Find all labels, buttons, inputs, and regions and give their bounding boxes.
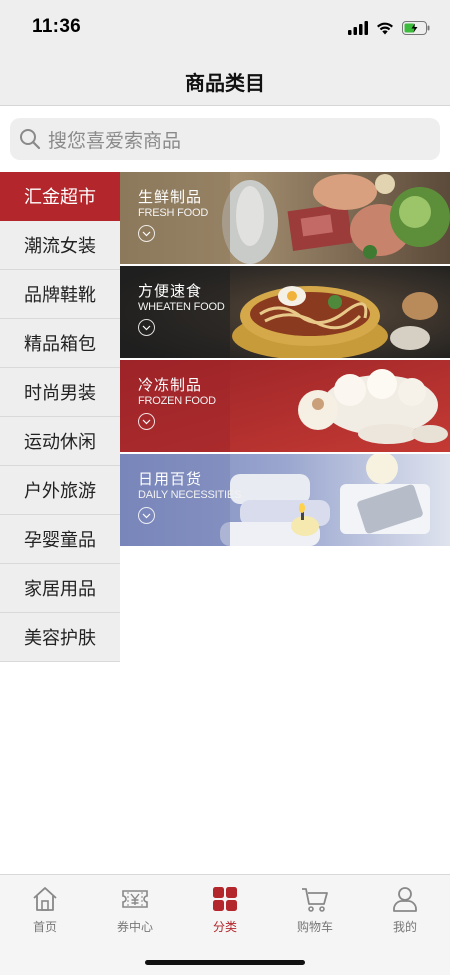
status-time: 11:36 <box>32 16 82 37</box>
banner-title: 日用百货 <box>138 471 203 488</box>
category-icon <box>213 887 237 911</box>
sidebar-item-label: 家居用品 <box>24 579 96 599</box>
home-icon <box>33 887 57 911</box>
sidebar-item-label: 美容护肤 <box>24 628 96 648</box>
banner-frozen-food[interactable]: 冷冻制品 FROZEN FOOD <box>120 360 450 452</box>
coupon-icon <box>122 890 148 908</box>
search-area: 搜您喜爱索商品 <box>0 106 450 172</box>
page-title: 商品类目 <box>185 73 265 95</box>
banner-title: 冷冻制品 <box>138 377 203 394</box>
status-icons <box>348 18 430 38</box>
tab-coupon-center[interactable]: 券中心 <box>90 875 180 945</box>
sidebar-item-label: 品牌鞋靴 <box>24 285 96 305</box>
chevron-down-icon <box>138 319 155 336</box>
tab-label: 分类 <box>212 920 237 934</box>
banner-subtitle: WHEATEN FOOD <box>138 301 225 313</box>
banner-daily-necessities[interactable]: 日用百货 DAILY NECESSITIES <box>120 454 450 546</box>
category-banners: 生鲜制品 FRESH FOOD 方便速食 WHEATEN FOOD 冷冻制品 F… <box>120 172 450 548</box>
category-sidebar: 汇金超市 潮流女装 品牌鞋靴 精品箱包 时尚男装 运动休闲 户外旅游 孕婴童品 … <box>0 172 120 662</box>
tab-cart[interactable]: 购物车 <box>270 875 360 945</box>
sidebar-item-sports[interactable]: 运动休闲 <box>0 417 120 466</box>
search-input[interactable]: 搜您喜爱索商品 <box>10 118 440 160</box>
sidebar-item-outdoor[interactable]: 户外旅游 <box>0 466 120 515</box>
sidebar-item-brand-shoes[interactable]: 品牌鞋靴 <box>0 270 120 319</box>
chevron-down-icon <box>138 225 155 242</box>
banner-subtitle: FROZEN FOOD <box>138 395 216 407</box>
sidebar-item-women-fashion[interactable]: 潮流女装 <box>0 221 120 270</box>
tab-home[interactable]: 首页 <box>0 875 90 945</box>
sidebar-item-label: 户外旅游 <box>24 481 96 501</box>
tab-label: 购物车 <box>296 920 333 934</box>
tab-label: 券中心 <box>116 920 153 934</box>
sidebar-item-home[interactable]: 家居用品 <box>0 564 120 613</box>
battery-icon <box>402 21 430 35</box>
search-icon <box>20 129 41 150</box>
banner-title: 生鲜制品 <box>138 189 203 206</box>
sidebar-item-label: 汇金超市 <box>24 187 96 207</box>
tab-category[interactable]: 分类 <box>180 875 270 945</box>
wifi-icon <box>377 22 393 35</box>
banner-subtitle: DAILY NECESSITIES <box>138 489 242 501</box>
chevron-down-icon <box>138 507 155 524</box>
search-placeholder: 搜您喜爱索商品 <box>48 130 182 152</box>
banner-fresh-food[interactable]: 生鲜制品 FRESH FOOD <box>120 172 450 264</box>
user-icon <box>393 887 417 912</box>
signal-icon <box>348 21 368 35</box>
sidebar-item-label: 潮流女装 <box>24 236 96 256</box>
tab-mine[interactable]: 我的 <box>360 875 450 945</box>
sidebar-item-men-fashion[interactable]: 时尚男装 <box>0 368 120 417</box>
banner-title: 方便速食 <box>138 283 203 300</box>
tab-label: 我的 <box>392 920 417 934</box>
home-indicator <box>145 960 305 965</box>
cart-icon <box>302 888 328 912</box>
tab-label: 首页 <box>32 920 57 934</box>
status-bar: 11:36 <box>0 0 450 56</box>
sidebar-item-beauty[interactable]: 美容护肤 <box>0 613 120 662</box>
sidebar-item-label: 孕婴童品 <box>24 530 96 550</box>
sidebar-item-baby[interactable]: 孕婴童品 <box>0 515 120 564</box>
sidebar-item-label: 精品箱包 <box>24 334 96 354</box>
sidebar-item-huijin-supermarket[interactable]: 汇金超市 <box>0 172 120 221</box>
sidebar-item-label: 时尚男装 <box>24 383 96 403</box>
chevron-down-icon <box>138 413 155 430</box>
banner-subtitle: FRESH FOOD <box>138 207 209 219</box>
sidebar-item-bags[interactable]: 精品箱包 <box>0 319 120 368</box>
banner-wheaten-food[interactable]: 方便速食 WHEATEN FOOD <box>120 266 450 358</box>
nav-bar: 商品类目 <box>0 56 450 106</box>
sidebar-item-label: 运动休闲 <box>24 432 96 452</box>
